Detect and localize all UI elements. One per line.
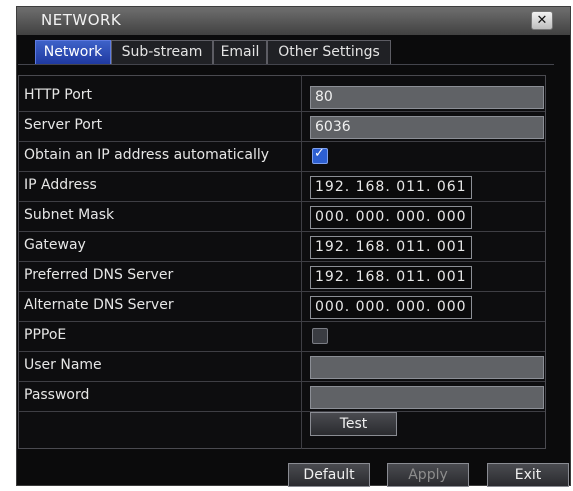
server-port-label: Server Port [24,117,103,133]
setting-row-http-port: HTTP Port 80 [19,82,545,112]
setting-row-alternate-dns: Alternate DNS Server 000. 000. 000. 000 [19,292,545,322]
tab-other-settings[interactable]: Other Settings [267,40,391,65]
subnet-mask-input[interactable]: 000. 000. 000. 000 [310,206,472,229]
ip-address-input[interactable]: 192. 168. 011. 061 [310,176,472,199]
default-button[interactable]: Default [288,463,370,487]
subnet-mask-label: Subnet Mask [24,207,115,223]
password-label: Password [24,387,90,403]
gateway-label: Gateway [24,237,86,253]
server-port-input[interactable]: 6036 [310,116,544,139]
ip-address-label: IP Address [24,177,97,193]
http-port-label: HTTP Port [24,87,93,103]
close-icon: ✕ [536,13,548,28]
tab-divider [18,64,554,65]
tab-sub-stream[interactable]: Sub-stream [111,40,213,65]
checkmark-icon: ✓ [314,146,325,161]
alternate-dns-label: Alternate DNS Server [24,297,174,313]
test-button[interactable]: Test [310,412,397,436]
preferred-dns-input[interactable]: 192. 168. 011. 001 [310,266,472,289]
user-name-label: User Name [24,357,102,373]
setting-row-password: Password [19,382,545,412]
dhcp-checkbox[interactable]: ✓ [312,146,328,164]
password-input[interactable] [310,386,544,409]
apply-button[interactable]: Apply [387,463,469,487]
pppoe-checkbox[interactable] [312,328,328,344]
setting-row-subnet-mask: Subnet Mask 000. 000. 000. 000 [19,202,545,232]
setting-row-gateway: Gateway 192. 168. 011. 001 [19,232,545,262]
gateway-input[interactable]: 192. 168. 011. 001 [310,236,472,259]
exit-button[interactable]: Exit [487,463,569,487]
tab-network[interactable]: Network [35,40,111,65]
title-bar: NETWORK ✕ [17,7,570,35]
setting-row-server-port: Server Port 6036 [19,112,545,142]
close-button[interactable]: ✕ [531,11,553,30]
tab-email[interactable]: Email [213,40,267,65]
dhcp-label: Obtain an IP address automatically [24,147,270,163]
dialog-title: NETWORK [41,11,122,29]
pppoe-label: PPPoE [24,327,67,343]
setting-row-dhcp: Obtain an IP address automatically ✓ [19,142,545,172]
setting-row-ip-address: IP Address 192. 168. 011. 061 [19,172,545,202]
user-name-input[interactable] [310,356,544,379]
preferred-dns-label: Preferred DNS Server [24,267,174,283]
alternate-dns-input[interactable]: 000. 000. 000. 000 [310,296,472,319]
setting-row-pppoe: PPPoE [19,322,545,352]
http-port-input[interactable]: 80 [310,86,544,109]
setting-row-preferred-dns: Preferred DNS Server 192. 168. 011. 001 [19,262,545,292]
setting-row-user-name: User Name [19,352,545,382]
